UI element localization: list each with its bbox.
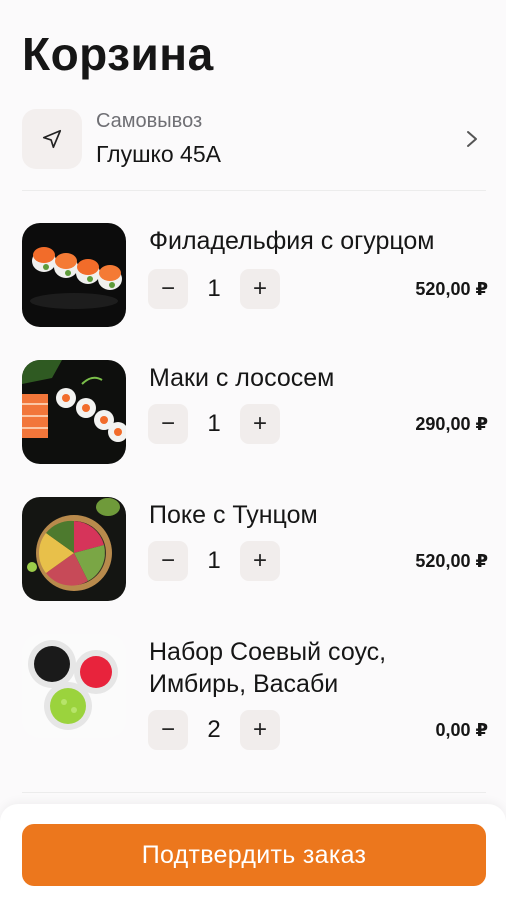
item-name: Набор Соевый соус, Имбирь, Васаби	[149, 638, 387, 698]
pickup-address: Глушко 45А	[96, 141, 221, 167]
quantity-stepper: − 1 +	[148, 404, 280, 444]
item-price: 520,00 ₽	[415, 279, 488, 299]
poke-tuna-image	[22, 497, 126, 601]
increase-button[interactable]: +	[240, 541, 280, 581]
page-title: Корзина	[22, 28, 214, 80]
navigation-arrow-icon	[22, 109, 82, 169]
item-price: 0,00 ₽	[435, 720, 488, 740]
quantity-stepper: − 1 +	[148, 269, 280, 309]
decrease-button[interactable]: −	[148, 541, 188, 581]
quantity-stepper: − 2 +	[148, 710, 280, 750]
cart-item: Поке с Тунцом − 1 + 520,00 ₽	[22, 497, 488, 607]
confirm-order-button[interactable]: Подтвердить заказ	[22, 824, 486, 886]
item-name: Поке с Тунцом	[149, 501, 318, 529]
pickup-selector[interactable]: Самовывоз Глушко 45А	[22, 106, 488, 172]
item-name: Филадельфия с огурцом	[149, 227, 435, 255]
decrease-button[interactable]: −	[148, 269, 188, 309]
increase-button[interactable]: +	[240, 404, 280, 444]
item-quantity: 1	[207, 275, 221, 302]
item-quantity: 1	[207, 410, 221, 437]
quantity-stepper: − 1 +	[148, 541, 280, 581]
philadelphia-roll-image	[22, 223, 126, 327]
maki-salmon-image	[22, 360, 126, 464]
chevron-right-icon[interactable]	[460, 127, 484, 151]
divider	[22, 792, 486, 793]
cart-item: Маки с лососем − 1 + 290,00 ₽	[22, 360, 488, 470]
divider	[22, 190, 486, 191]
checkout-footer: Подтвердить заказ	[0, 804, 506, 900]
increase-button[interactable]: +	[240, 710, 280, 750]
item-quantity: 1	[207, 547, 221, 574]
item-price: 520,00 ₽	[415, 551, 488, 571]
soy-ginger-wasabi-image	[22, 634, 126, 738]
item-quantity: 2	[207, 716, 221, 743]
decrease-button[interactable]: −	[148, 404, 188, 444]
cart-item: Филадельфия с огурцом − 1 + 520,00 ₽	[22, 223, 488, 333]
increase-button[interactable]: +	[240, 269, 280, 309]
cart-item: Набор Соевый соус, Имбирь, Васаби − 2 + …	[22, 634, 488, 754]
decrease-button[interactable]: −	[148, 710, 188, 750]
item-name: Маки с лососем	[149, 364, 335, 392]
item-price: 290,00 ₽	[415, 414, 488, 434]
pickup-label: Самовывоз	[96, 110, 203, 132]
